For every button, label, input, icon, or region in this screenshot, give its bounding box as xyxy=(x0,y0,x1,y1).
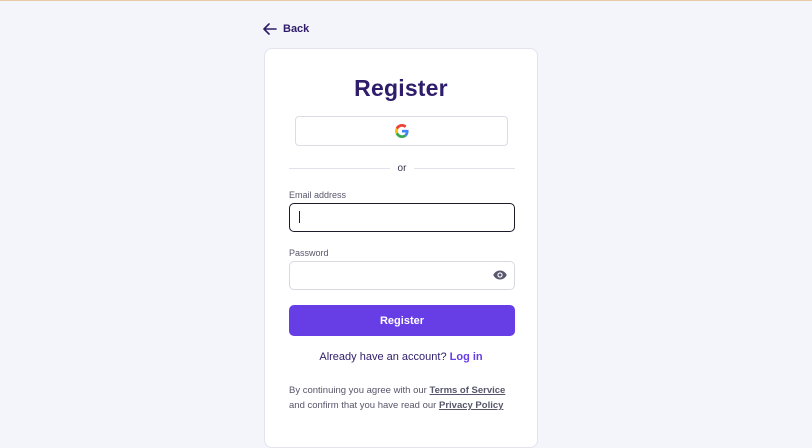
back-link[interactable]: Back xyxy=(263,23,309,35)
register-button[interactable]: Register xyxy=(289,305,515,336)
arrow-left-icon xyxy=(263,23,277,35)
login-prompt-line: Already have an account? Log in xyxy=(265,351,537,363)
email-field[interactable] xyxy=(289,203,515,232)
legal-notice: By continuing you agree with our Terms o… xyxy=(289,383,519,413)
page-title: Register xyxy=(354,75,448,101)
privacy-policy-link[interactable]: Privacy Policy xyxy=(439,400,503,411)
or-divider: or xyxy=(289,161,515,175)
terms-of-service-link[interactable]: Terms of Service xyxy=(429,385,505,396)
divider-line-left xyxy=(289,167,390,169)
legal-prefix: By continuing you agree with our xyxy=(289,385,427,396)
password-field[interactable] xyxy=(289,261,515,290)
text-caret xyxy=(299,211,300,223)
email-label: Email address xyxy=(289,190,347,200)
password-label: Password xyxy=(289,248,329,258)
login-prompt: Already have an account? xyxy=(319,351,447,363)
divider-text: or xyxy=(397,162,407,174)
google-icon xyxy=(394,124,409,138)
login-link[interactable]: Log in xyxy=(450,351,483,363)
divider-line-right xyxy=(414,167,515,169)
register-card: Register or Email address Password Regis… xyxy=(264,48,538,448)
legal-middle: and confirm that you have read our xyxy=(289,400,437,411)
back-label: Back xyxy=(283,23,310,35)
google-signin-button[interactable] xyxy=(295,116,508,146)
eye-icon[interactable] xyxy=(493,270,507,280)
